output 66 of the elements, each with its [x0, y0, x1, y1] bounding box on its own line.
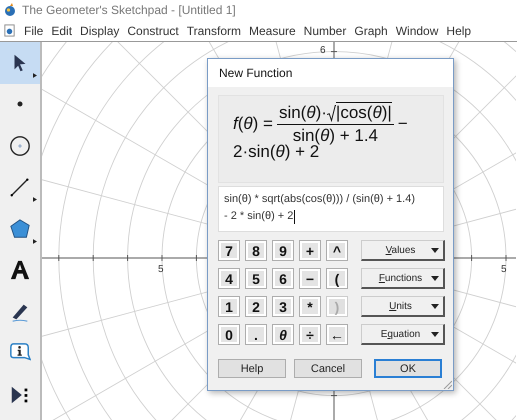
menu-item[interactable]: Construct — [127, 24, 179, 38]
keypad-key[interactable]: 2 — [245, 296, 267, 317]
keypad-key[interactable]: θ — [272, 324, 294, 345]
dropdown-caret-icon — [431, 332, 439, 336]
keypad-key[interactable]: ( — [326, 268, 348, 289]
expression-text: sin(θ) * sqrt(abs(cos(θ))) / (sin(θ) + 1.4) — [224, 192, 416, 207]
dropdown-caret-icon — [431, 304, 439, 308]
keypad-key[interactable]: . — [245, 324, 267, 345]
point-icon — [17, 101, 23, 108]
formula-radicand: |cos(θ)| — [336, 102, 392, 123]
segment-icon — [9, 176, 31, 198]
keypad-key[interactable]: 8 — [245, 240, 267, 261]
keypad-key[interactable]: 7 — [218, 240, 240, 261]
text-tool-icon — [9, 259, 31, 282]
dropdown-button[interactable]: Equation — [361, 324, 445, 345]
window-title: The Geometer's Sketchpad - [Untitled 1] — [22, 3, 236, 17]
submenu-triangle-icon — [33, 238, 37, 244]
keypad-key[interactable]: 0 — [218, 324, 240, 345]
keypad-key[interactable]: − — [299, 268, 321, 289]
menu-item[interactable]: Display — [80, 24, 120, 38]
keypad-key[interactable]: ÷ — [299, 324, 321, 345]
dialog-button[interactable]: OK — [374, 359, 442, 378]
menu-item[interactable]: Number — [304, 24, 346, 38]
keypad-key[interactable]: * — [299, 296, 321, 317]
menu-item[interactable]: Graph — [354, 24, 388, 38]
document-icon[interactable] — [3, 24, 16, 37]
circle-icon — [9, 134, 31, 157]
polygon-icon — [9, 218, 31, 240]
formula-numerator: sin(θ)· — [278, 103, 327, 123]
square-root-sign-icon — [326, 103, 336, 123]
axis-label: 5 — [158, 264, 164, 275]
dropdown-caret-icon — [431, 276, 439, 280]
dialog-title: New Function — [219, 66, 292, 80]
menu-item[interactable]: Help — [446, 24, 472, 38]
menu-item[interactable]: File — [24, 24, 44, 38]
dialog-button[interactable]: Help — [218, 359, 286, 378]
menu-item[interactable]: Window — [396, 24, 438, 38]
keypad-key[interactable]: 3 — [272, 296, 294, 317]
keypad-key[interactable]: ← — [326, 324, 348, 345]
formula-lhs: f(θ) = — [233, 114, 273, 134]
submenu-triangle-icon — [33, 72, 37, 78]
tool-button[interactable] — [0, 42, 40, 84]
keypad-key[interactable]: ^ — [326, 240, 348, 261]
expression-text: - 2 * sin(θ) + 2 — [224, 209, 294, 224]
formula-operator: − — [398, 114, 408, 134]
expression-input-field[interactable]: sin(θ) * sqrt(abs(cos(θ))) / (sin(θ) + 1.4) - 2 * sin(θ) + 2 — [218, 186, 444, 232]
formula-denominator: sin(θ) + 1.4 — [292, 125, 378, 145]
app-logo-icon — [3, 3, 17, 17]
dropdown-caret-icon — [431, 248, 439, 252]
menu-item[interactable]: Transform — [186, 24, 241, 38]
axis-label: 5 — [501, 264, 507, 275]
keypad-key[interactable]: 9 — [272, 240, 294, 261]
dropdown-button[interactable]: Functions — [361, 268, 445, 289]
keypad-key[interactable]: 6 — [272, 268, 294, 289]
dialog-button[interactable]: Cancel — [294, 359, 362, 378]
submenu-triangle-icon — [33, 197, 37, 202]
menu-item[interactable]: Measure — [248, 24, 296, 38]
keypad-key[interactable]: 4 — [218, 268, 240, 289]
dropdown-button[interactable]: Units — [361, 296, 445, 317]
dropdown-button[interactable]: Values — [361, 240, 445, 261]
resize-grip-icon[interactable] — [442, 379, 452, 389]
keypad-key[interactable]: 5 — [245, 268, 267, 289]
keypad-key[interactable]: + — [299, 240, 321, 261]
axis-label: 6 — [320, 45, 326, 56]
menu-item[interactable]: Edit — [51, 24, 72, 38]
keypad-key[interactable]: 1 — [218, 296, 240, 317]
